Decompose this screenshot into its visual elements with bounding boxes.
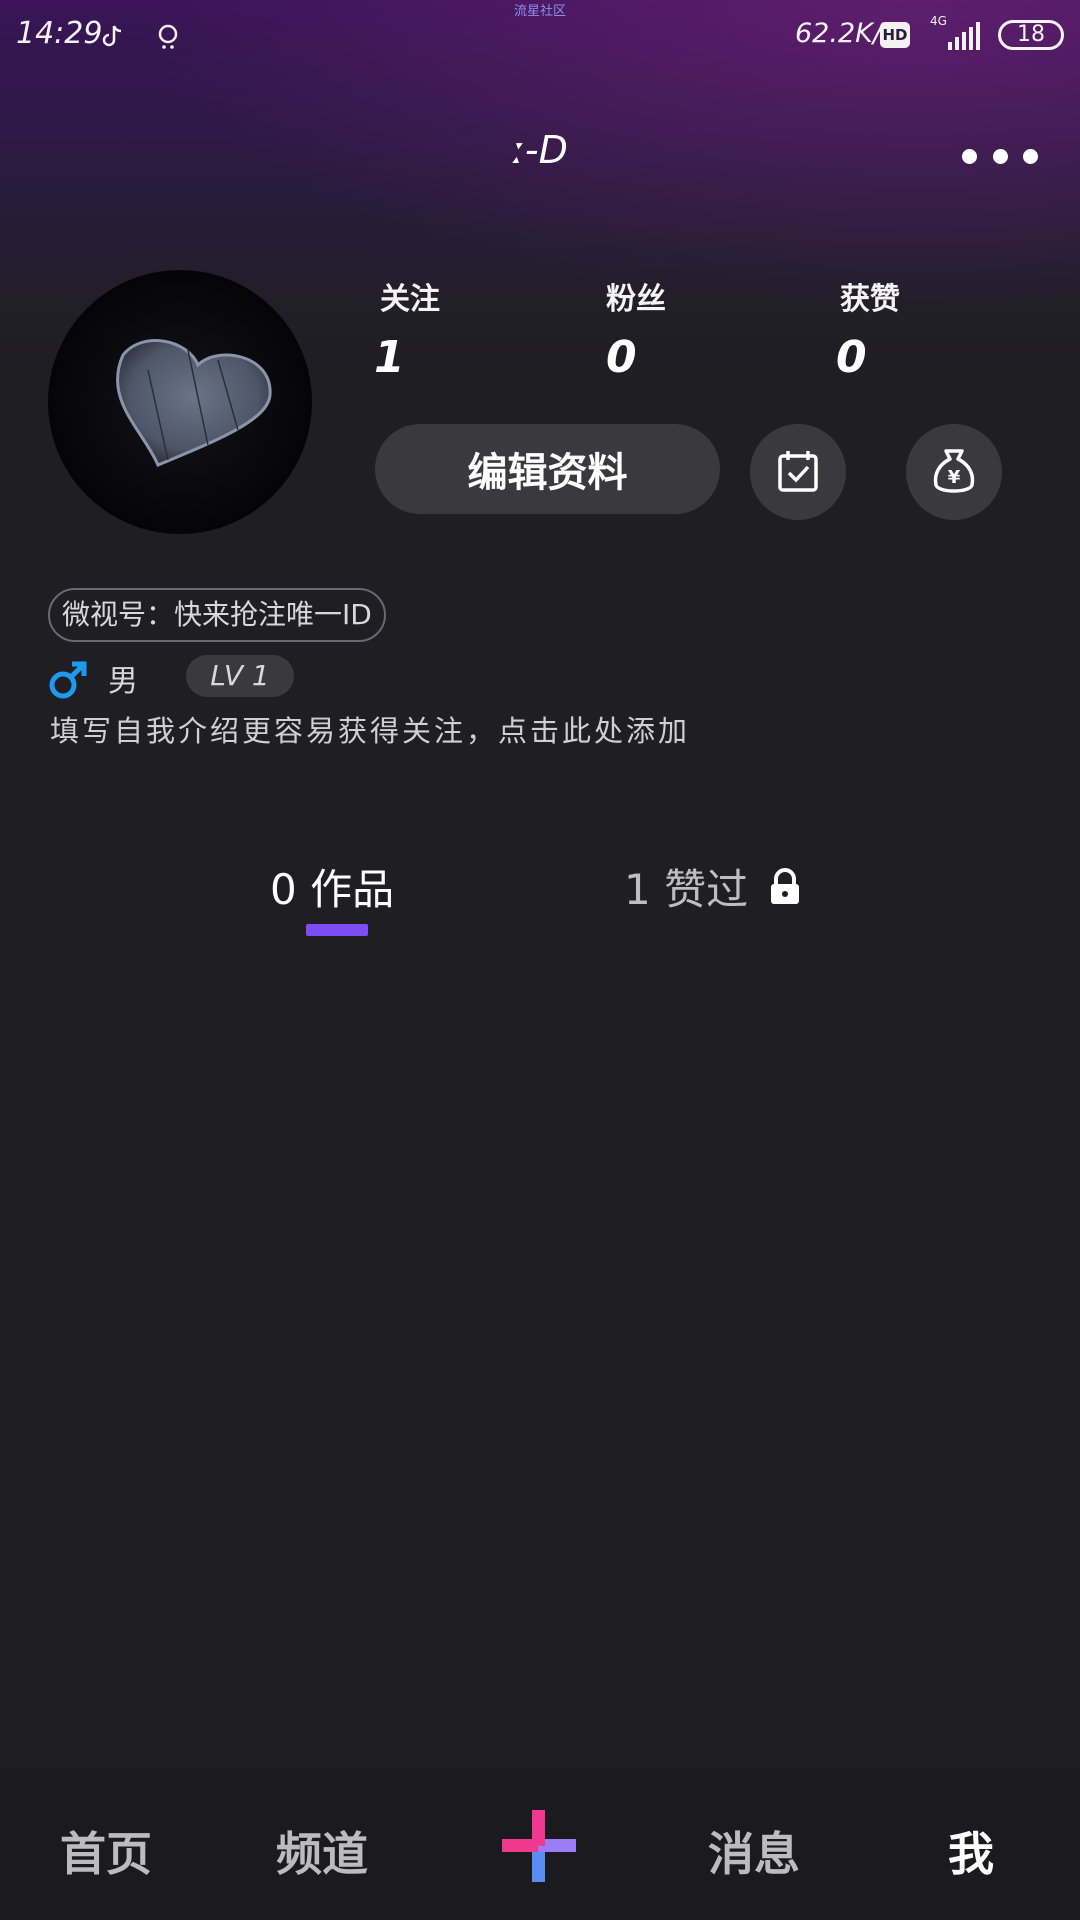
- signal-icon: [948, 22, 980, 50]
- wallet-button[interactable]: ¥: [906, 424, 1002, 520]
- svg-text:¥: ¥: [948, 467, 961, 488]
- stat-following-value[interactable]: 1: [374, 332, 405, 383]
- lock-icon: [771, 867, 800, 904]
- stat-fans-value[interactable]: 0: [606, 332, 637, 383]
- bio-placeholder[interactable]: 填写自我介绍更容易获得关注，点击此处添加: [50, 708, 690, 750]
- calendar-check-icon: [778, 451, 818, 492]
- add-icon[interactable]: [502, 1810, 576, 1882]
- nav-channel[interactable]: 频道: [276, 1818, 368, 1884]
- nav-messages[interactable]: 消息: [708, 1818, 800, 1884]
- tab-works[interactable]: 0 作品: [270, 856, 394, 917]
- avatar[interactable]: [48, 270, 312, 534]
- status-time: 14:29: [16, 16, 103, 51]
- tab-liked[interactable]: 1 赞过: [624, 856, 802, 917]
- more-icon[interactable]: [962, 144, 1038, 168]
- weishi-id-chip[interactable]: 微视号：快来抢注唯一ID: [48, 588, 386, 642]
- tab-liked-label: 1 赞过: [624, 865, 749, 914]
- stat-likes-label[interactable]: 获赞: [840, 274, 900, 318]
- avatar-heart-image: [116, 339, 272, 467]
- male-icon: [49, 661, 87, 699]
- stat-fans-label[interactable]: 粉丝: [606, 274, 666, 318]
- status-carrier-label: 流星社区: [513, 4, 566, 19]
- gender-label: 男: [108, 664, 138, 699]
- hd-badge: HD: [880, 22, 910, 48]
- money-bag-icon: ¥: [933, 449, 975, 493]
- level-badge[interactable]: LV 1: [186, 655, 294, 697]
- edit-profile-button[interactable]: 编辑资料: [375, 424, 720, 514]
- checkin-button[interactable]: [750, 424, 846, 520]
- nav-home[interactable]: 首页: [60, 1818, 152, 1884]
- stat-following-label[interactable]: 关注: [380, 274, 440, 318]
- weather-icon: [158, 24, 178, 49]
- tiktok-icon: [102, 25, 122, 47]
- battery-indicator: 18: [998, 20, 1064, 50]
- stat-likes-value[interactable]: 0: [836, 332, 867, 383]
- nav-me[interactable]: 我: [948, 1818, 994, 1884]
- tab-active-indicator: [306, 924, 368, 936]
- profile-username: ː-D: [512, 128, 568, 172]
